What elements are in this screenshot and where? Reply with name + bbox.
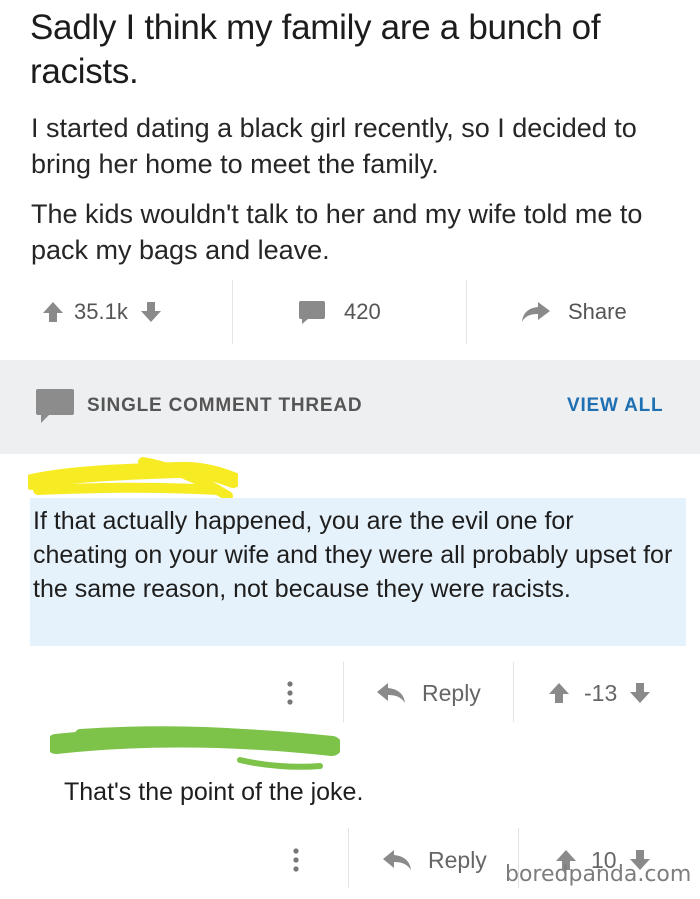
redacted-username-scribble (28, 457, 238, 501)
redacted-username-scribble (50, 726, 340, 770)
comment-more-button[interactable] (292, 830, 300, 890)
more-options-icon (293, 848, 299, 872)
upvote-icon[interactable] (42, 300, 64, 324)
reply-button[interactable]: Reply (376, 663, 481, 723)
reply-label: Reply (422, 679, 481, 706)
share-button[interactable]: Share (520, 278, 627, 346)
reply-arrow-icon (383, 850, 411, 870)
boredpanda-watermark: boredpanda.com (505, 862, 692, 887)
downvote-icon[interactable] (629, 681, 651, 705)
comments-count: 420 (344, 299, 381, 324)
divider (348, 828, 349, 888)
more-options-icon (287, 681, 293, 705)
comment-vote-group: -13 (548, 663, 651, 723)
comment-bubble-icon (299, 301, 325, 324)
downvote-icon[interactable] (140, 300, 162, 324)
post-title: Sadly I think my family are a bunch of r… (30, 8, 601, 91)
view-all-link[interactable]: VIEW ALL (567, 395, 663, 417)
divider (466, 280, 467, 344)
post-vote-group: 35.1k (42, 278, 162, 346)
comment-score: -13 (584, 679, 618, 706)
divider (343, 662, 344, 722)
reply-arrow-icon (377, 683, 405, 703)
divider (513, 662, 514, 722)
post-body-paragraph-1: I started dating a black girl recently, … (31, 113, 637, 179)
comment-text: If that actually happened, you are the e… (33, 507, 673, 603)
comment-thread-icon (36, 389, 74, 423)
reply-label: Reply (428, 846, 487, 873)
share-arrow-icon (522, 302, 550, 322)
thread-title: SINGLE COMMENT THREAD (87, 395, 363, 416)
post-body-paragraph-2: The kids wouldn't talk to her and my wif… (31, 199, 643, 265)
upvote-icon[interactable] (548, 681, 570, 705)
divider (232, 280, 233, 344)
comment-text: That's the point of the joke. (64, 778, 364, 806)
comment-more-button[interactable] (286, 663, 294, 723)
post-actions-bar: 35.1k 420 Share (0, 278, 700, 346)
comments-button[interactable]: 420 (298, 278, 381, 346)
reply-button[interactable]: Reply (382, 830, 487, 890)
share-label: Share (568, 299, 627, 324)
post-upvote-count: 35.1k (74, 299, 128, 324)
